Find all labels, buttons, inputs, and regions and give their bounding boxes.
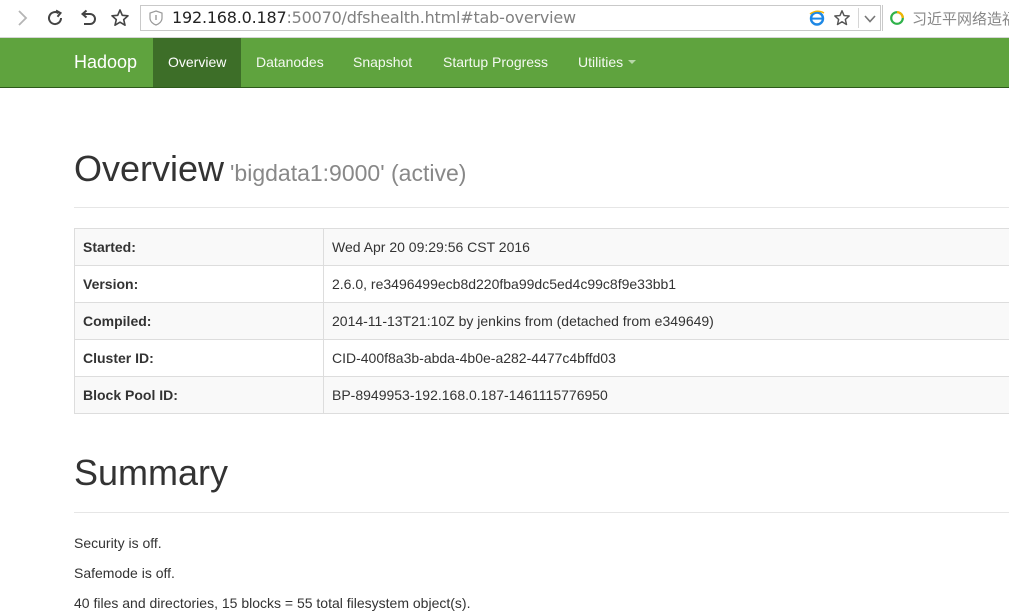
divider <box>74 512 1009 513</box>
undo-icon[interactable] <box>76 7 100 29</box>
row-label-cluster-id: Cluster ID: <box>74 339 324 377</box>
security-status: Security is off. <box>74 535 162 551</box>
safemode-status: Safemode is off. <box>74 565 175 581</box>
row-label-started: Started: <box>74 228 324 266</box>
url-text[interactable]: 192.168.0.187:50070/dfshealth.html#tab-o… <box>172 9 576 27</box>
url-host: 192.168.0.187 <box>172 8 287 27</box>
navbar-brand[interactable]: Hadoop <box>74 38 137 87</box>
address-bar[interactable]: 192.168.0.187:50070/dfshealth.html#tab-o… <box>140 5 881 31</box>
summary-heading: Summary <box>74 452 229 493</box>
chevron-down-icon[interactable] <box>863 12 877 30</box>
row-label-compiled: Compiled: <box>74 302 324 340</box>
address-separator <box>858 8 859 28</box>
caret-down-icon <box>628 60 637 65</box>
favorite-star-icon[interactable] <box>833 9 851 32</box>
ie-compat-icon[interactable] <box>809 10 825 31</box>
browser-toolbar: 192.168.0.187:50070/dfshealth.html#tab-o… <box>0 0 1009 38</box>
security-shield-icon <box>149 10 163 31</box>
nav-utilities-label: Utilities <box>578 54 624 70</box>
nav-utilities-dropdown[interactable]: Utilities <box>563 38 651 87</box>
row-value-cluster-id: CID-400f8a3b-abda-4b0e-a282-4477c4bffd03 <box>323 339 1009 377</box>
divider <box>74 207 1009 208</box>
table-row: Started: Wed Apr 20 09:29:56 CST 2016 <box>74 228 1009 266</box>
table-row: Cluster ID: CID-400f8a3b-abda-4b0e-a282-… <box>74 339 1009 377</box>
table-row: Version: 2.6.0, re3496499ecb8d220fba99dc… <box>74 265 1009 303</box>
nav-overview[interactable]: Overview <box>153 38 241 87</box>
search-box[interactable]: 习近平网络造福 <box>882 5 1009 31</box>
row-value-started: Wed Apr 20 09:29:56 CST 2016 <box>323 228 1009 266</box>
namenode-subtitle: 'bigdata1:9000' (active) <box>230 160 467 186</box>
nav-startup-progress[interactable]: Startup Progress <box>428 38 563 87</box>
table-row: Compiled: 2014-11-13T21:10Z by jenkins f… <box>74 302 1009 340</box>
search-suggestion-text[interactable]: 习近平网络造福 <box>912 8 1009 29</box>
overview-table: Started: Wed Apr 20 09:29:56 CST 2016 Ve… <box>74 228 1009 414</box>
table-row: Block Pool ID: BP-8949953-192.168.0.187-… <box>74 376 1009 414</box>
nav-datanodes[interactable]: Datanodes <box>241 38 339 87</box>
row-value-compiled: 2014-11-13T21:10Z by jenkins from (detac… <box>323 302 1009 340</box>
row-label-block-pool-id: Block Pool ID: <box>74 376 324 414</box>
filesystem-objects-summary: 40 files and directories, 15 blocks = 55… <box>74 595 471 611</box>
overview-heading: Overview'bigdata1:9000' (active) <box>74 148 466 190</box>
reload-icon[interactable] <box>43 7 67 29</box>
search-engine-icon <box>889 10 905 31</box>
row-value-version: 2.6.0, re3496499ecb8d220fba99dc5ed4c99c8… <box>323 265 1009 303</box>
page-title: Overview <box>74 148 225 189</box>
url-path: :50070/dfshealth.html#tab-overview <box>286 8 576 27</box>
row-label-version: Version: <box>74 265 324 303</box>
forward-icon[interactable] <box>10 7 34 29</box>
nav-snapshot[interactable]: Snapshot <box>338 38 427 87</box>
row-value-block-pool-id: BP-8949953-192.168.0.187-1461115776950 <box>323 376 1009 414</box>
bookmark-star-icon[interactable] <box>108 7 132 29</box>
hadoop-navbar: Hadoop Overview Datanodes Snapshot Start… <box>0 38 1009 88</box>
